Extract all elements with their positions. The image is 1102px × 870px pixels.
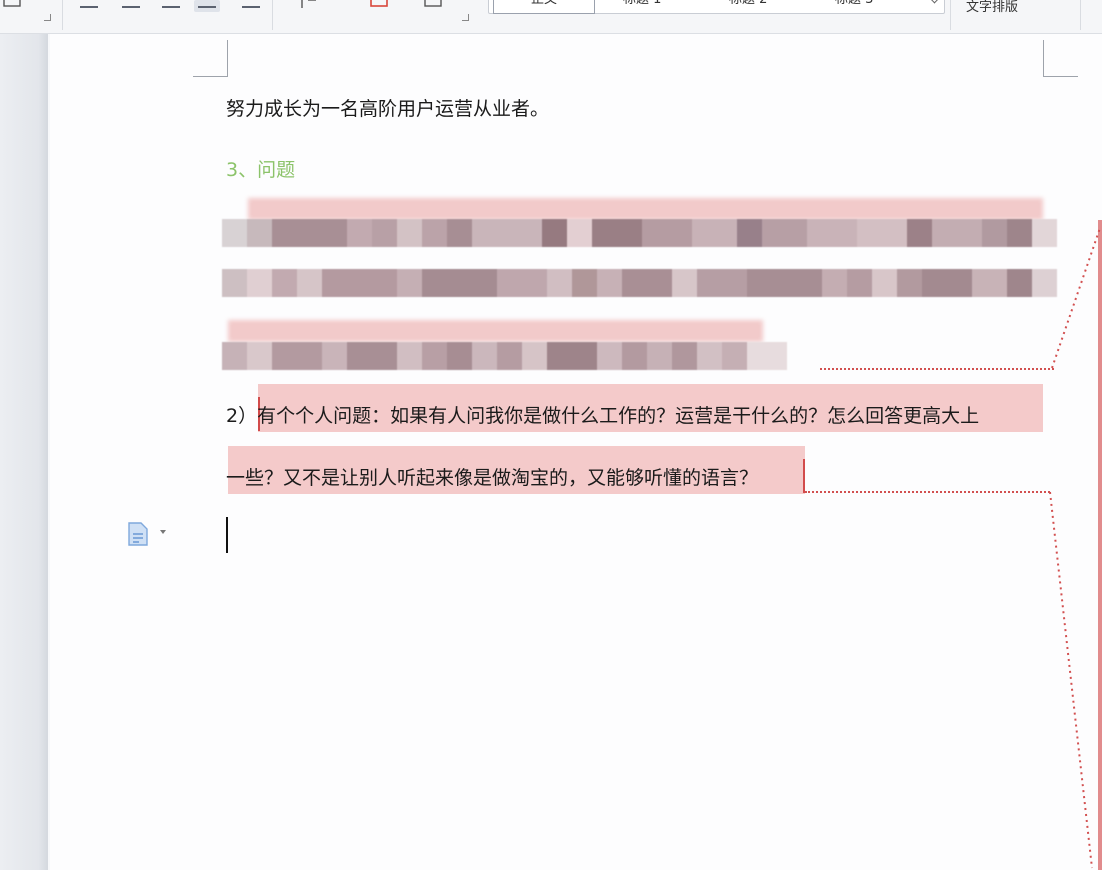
eraser-icon[interactable]	[368, 0, 390, 10]
left-gutter	[0, 34, 48, 870]
text-layout-button[interactable]: 文字排版	[966, 0, 1018, 15]
style-normal[interactable]: 正文	[493, 0, 595, 14]
style-heading-2[interactable]: 标题 2	[729, 0, 767, 13]
style-heading-1[interactable]: 标题 1	[623, 0, 661, 13]
ribbon-toolbar: 正文 标题 1 标题 2 标题 3 文字排版	[0, 0, 1102, 34]
align-center-button[interactable]	[118, 0, 144, 12]
border-icon[interactable]	[422, 0, 444, 10]
text-cursor	[226, 517, 228, 553]
align-left-button[interactable]	[76, 0, 102, 12]
page-corner-mark	[193, 40, 228, 77]
redacted-text	[222, 342, 787, 370]
line-spacing-icon[interactable]	[296, 0, 318, 10]
comment-connector	[1051, 227, 1101, 369]
justify-button[interactable]	[194, 0, 220, 12]
chevron-down-icon[interactable]	[160, 530, 166, 534]
dialog-launcher-icon[interactable]	[462, 14, 469, 21]
revision-mark	[803, 459, 805, 493]
paragraph: 努力成长为一名高阶用户运营从业者。	[226, 98, 550, 120]
section-heading: 3、问题	[226, 159, 296, 181]
table-icon[interactable]	[2, 0, 24, 10]
toolbar-divider	[272, 0, 273, 30]
toolbar-divider	[1080, 0, 1081, 30]
style-gallery[interactable]: 正文 标题 1 标题 2 标题 3	[488, 0, 945, 14]
page-corner-mark	[1043, 40, 1078, 77]
comment-connector	[1049, 491, 1093, 869]
comment-connector	[805, 491, 1050, 493]
paragraph-icon[interactable]	[127, 521, 149, 551]
redacted-text	[222, 269, 1057, 297]
question-line: 2）有个个人问题：如果有人问我你是做什么工作的？运营是干什么的？怎么回答更高大上	[226, 405, 980, 427]
comment-connector	[820, 368, 1054, 370]
chevron-down-icon[interactable]	[929, 0, 940, 4]
dialog-launcher-icon[interactable]	[44, 14, 51, 21]
toolbar-divider	[62, 0, 63, 30]
redaction-highlight	[228, 320, 763, 342]
align-right-button[interactable]	[158, 0, 184, 12]
style-heading-3[interactable]: 标题 3	[835, 0, 873, 13]
distribute-button[interactable]	[238, 0, 264, 12]
comment-pane-edge	[1098, 220, 1102, 870]
redacted-text	[222, 219, 1057, 247]
question-line: 一些？又不是让别人听起来像是做淘宝的，又能够听懂的语言？	[226, 467, 759, 489]
toolbar-divider	[950, 0, 951, 30]
redaction-highlight	[248, 198, 1043, 220]
